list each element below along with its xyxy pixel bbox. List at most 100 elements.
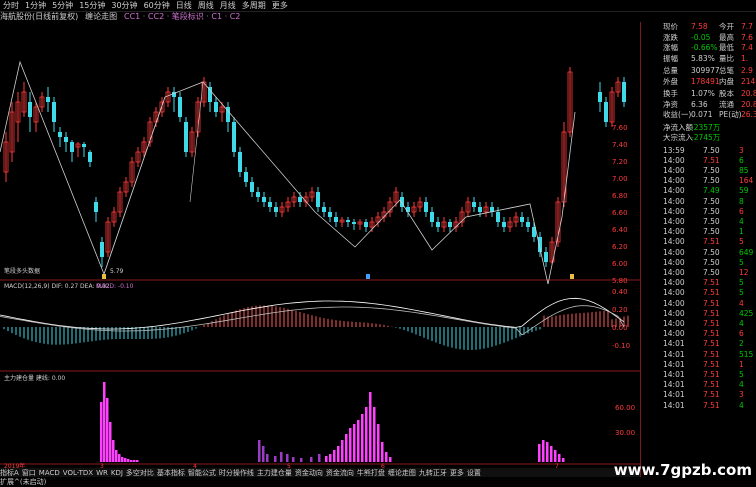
indicator-tab-10[interactable]: 主力建仓量 bbox=[257, 469, 292, 477]
indicator-tab-2[interactable]: MACD bbox=[39, 469, 60, 477]
indicator-tab-6[interactable]: 多空对比 bbox=[126, 469, 154, 477]
vol-bar bbox=[258, 440, 261, 462]
tick-row: 14:01 7.51 3 bbox=[663, 390, 744, 400]
quote-row: 净资 6.36 流通 20.8 bbox=[663, 99, 756, 109]
vol-bar bbox=[133, 460, 136, 462]
vol-bar bbox=[130, 460, 133, 462]
quote-row: 涨幅 -0.66% 最低 7.4 bbox=[663, 43, 753, 52]
period-tab-5[interactable]: 60分钟 bbox=[141, 0, 173, 11]
price-axis-label: 7.00 bbox=[612, 175, 628, 183]
vol-bar bbox=[100, 402, 103, 462]
chart-area[interactable]: 7.60 7.40 7.20 7.00 6.80 6.60 6.40 6.20 6.00 5.80… bbox=[0, 22, 640, 477]
vol-bar bbox=[274, 456, 277, 462]
macd-label: MACD(12,26,9) DIF: 0.27 DEA: 0.32 bbox=[4, 283, 110, 290]
kline-chart[interactable]: 7.60 7.40 7.20 7.00 6.80 6.60 6.40 6.20 6.00 5.80… bbox=[0, 22, 640, 470]
indicator-tab-17[interactable]: 设置 bbox=[467, 469, 481, 477]
period-tab-8[interactable]: 月线 bbox=[217, 0, 239, 11]
vol-bar bbox=[333, 450, 336, 462]
period-tab-10[interactable]: 更多 bbox=[269, 0, 291, 11]
status-left: 扩展^(未启动) bbox=[0, 478, 47, 486]
price-axis-label: 7.20 bbox=[612, 158, 628, 166]
vol-bar bbox=[369, 392, 372, 462]
period-tab-0[interactable]: 分时 bbox=[0, 0, 22, 11]
tick-row: 14:00 7.51 5 bbox=[663, 237, 744, 247]
candle-body bbox=[244, 172, 248, 182]
vol-bar bbox=[109, 422, 112, 462]
vol-bar bbox=[373, 407, 376, 462]
macd-axis-label: 0.40 bbox=[612, 288, 628, 296]
candle-body bbox=[334, 217, 338, 222]
vol-bar bbox=[112, 440, 115, 462]
candle-body bbox=[430, 212, 434, 222]
indicator-tab-16[interactable]: 更多 bbox=[450, 469, 464, 477]
vol-bar bbox=[310, 457, 313, 462]
vol-bar bbox=[115, 450, 118, 462]
stock-title: 海航股份(日线前复权) bbox=[0, 12, 79, 21]
candle-body bbox=[214, 102, 218, 112]
tick-row: 14:00 7.51 6 bbox=[663, 155, 744, 165]
candle-body bbox=[622, 82, 626, 102]
indicator-tab-7[interactable]: 基本指标 bbox=[157, 469, 185, 477]
candle-body bbox=[502, 222, 506, 227]
vol-bar bbox=[266, 454, 269, 462]
indicator-tab-12[interactable]: 资金流向 bbox=[326, 469, 354, 477]
candle-body bbox=[322, 207, 326, 212]
candle-body bbox=[52, 102, 56, 122]
tick-row: 14:01 7.51 5 bbox=[663, 369, 744, 379]
candle-body bbox=[64, 137, 68, 142]
period-tab-4[interactable]: 30分钟 bbox=[108, 0, 140, 11]
indicator-tab-1[interactable]: 窗口 bbox=[22, 469, 36, 477]
indicator-name[interactable]: 缠论走图 bbox=[85, 12, 117, 21]
candle-body bbox=[406, 207, 410, 212]
tick-row: 14:01 7.51 515 bbox=[663, 349, 754, 359]
tick-row: 14:00 7.49 59 bbox=[663, 186, 749, 196]
vol-bar bbox=[286, 454, 289, 462]
signal-marker bbox=[570, 274, 574, 279]
vol-bar bbox=[124, 458, 127, 462]
vol-axis-label: 60.00 bbox=[615, 404, 635, 412]
candle-body bbox=[352, 222, 356, 224]
tick-row: 14:00 7.50 1 bbox=[663, 227, 744, 237]
indicator-tab-15[interactable]: 九转正牙 bbox=[419, 469, 447, 477]
period-tab-2[interactable]: 5分钟 bbox=[49, 0, 76, 11]
macd-axis-label: 0.20 bbox=[612, 306, 628, 314]
candle-body bbox=[100, 242, 104, 257]
indicator-tab-14[interactable]: 缠论走图 bbox=[388, 469, 416, 477]
indicator-tab-11[interactable]: 资金动向 bbox=[295, 469, 323, 477]
indicator-tab-0[interactable]: 指标A bbox=[0, 469, 19, 477]
period-tab-3[interactable]: 15分钟 bbox=[76, 0, 108, 11]
vol-bar bbox=[538, 444, 541, 462]
indicator-tab-8[interactable]: 智能公式 bbox=[188, 469, 216, 477]
period-tab-6[interactable]: 日线 bbox=[173, 0, 195, 11]
tick-row: 14:00 7.51 4 bbox=[663, 318, 744, 328]
tick-row: 14:00 7.51 5 bbox=[663, 288, 744, 298]
signal-marker bbox=[366, 274, 370, 279]
price-axis-label: 7.60 bbox=[612, 124, 628, 132]
indicator-tab-3[interactable]: VOL-TDX bbox=[63, 469, 93, 477]
candle-body bbox=[424, 202, 428, 212]
indicator-tab-13[interactable]: 牛熊打盘 bbox=[357, 469, 385, 477]
period-tab-9[interactable]: 多周期 bbox=[239, 0, 269, 11]
period-tab-1[interactable]: 1分钟 bbox=[22, 0, 49, 11]
candle-body bbox=[436, 222, 440, 227]
indicator-tab-9[interactable]: 时分操作线 bbox=[219, 469, 254, 477]
vol-bar bbox=[329, 454, 332, 462]
indicator-tab-4[interactable]: WR bbox=[96, 469, 108, 477]
bi-line bbox=[0, 60, 576, 285]
vol-bar bbox=[389, 457, 392, 462]
price-axis-label: 7.40 bbox=[612, 141, 628, 149]
indicator-tab-5[interactable]: KDJ bbox=[111, 469, 123, 477]
tick-row: 14:00 7.51 6 bbox=[663, 329, 744, 339]
vol-bar bbox=[353, 424, 356, 462]
candle-body bbox=[88, 152, 92, 162]
tick-row: 14:00 7.51 425 bbox=[663, 308, 754, 318]
vol-bar bbox=[280, 452, 283, 462]
candle-body bbox=[364, 222, 368, 227]
signal-marker bbox=[102, 274, 106, 279]
indicator-series: CC1 · CC2 · 笔段标识 · C1 · C2 bbox=[124, 12, 241, 21]
candle-body bbox=[604, 102, 608, 122]
price-axis-label: 6.40 bbox=[612, 226, 628, 234]
period-tab-7[interactable]: 周线 bbox=[195, 0, 217, 11]
quote-row: 涨跌 -0.05 最高 7.6 bbox=[663, 32, 753, 42]
candle-body bbox=[526, 222, 530, 227]
